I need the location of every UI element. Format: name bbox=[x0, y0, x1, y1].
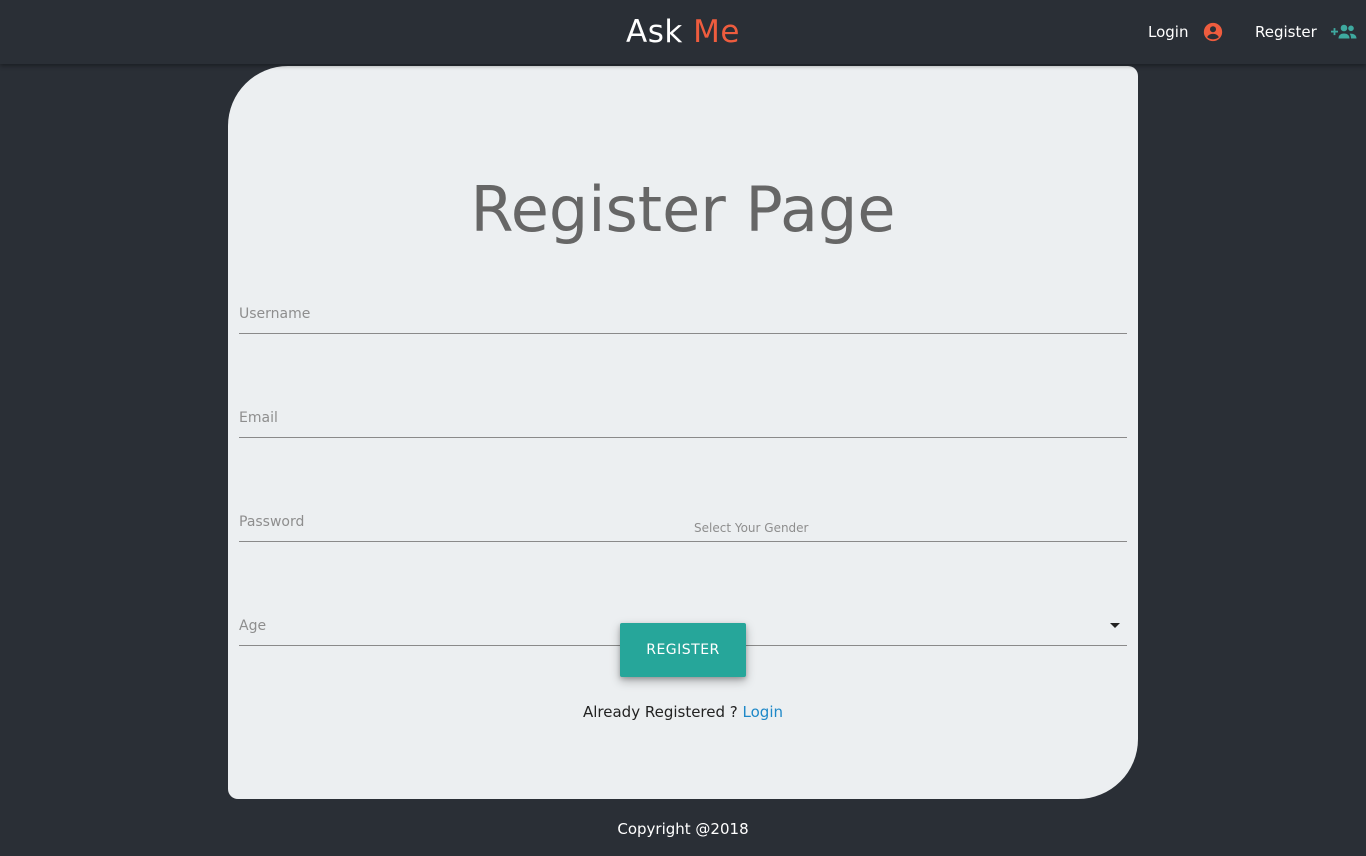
password-underline bbox=[239, 541, 1127, 542]
gender-underline bbox=[694, 645, 1127, 646]
username-field bbox=[239, 294, 1127, 334]
footer-copyright: Copyright @2018 bbox=[617, 820, 749, 838]
page-title: Register Page bbox=[470, 173, 896, 246]
register-card: Register Page Select Your Gender REGISTE… bbox=[228, 66, 1138, 799]
nav-login-label: Login bbox=[1148, 23, 1189, 41]
password-input[interactable] bbox=[239, 502, 1127, 542]
gender-select-label: Select Your Gender bbox=[694, 521, 809, 535]
caret-down-icon bbox=[1110, 623, 1120, 628]
account-circle-icon bbox=[1202, 21, 1224, 43]
age-field bbox=[239, 606, 672, 646]
brand-accent-text: Me bbox=[693, 14, 740, 50]
email-input[interactable] bbox=[239, 398, 1127, 438]
nav-login-link[interactable]: Login bbox=[1148, 18, 1224, 46]
nav-register-link[interactable]: Register bbox=[1255, 18, 1357, 46]
top-navbar: Ask Me Login Register bbox=[0, 0, 1366, 64]
register-button[interactable]: REGISTER bbox=[620, 623, 746, 677]
gender-select[interactable] bbox=[694, 606, 1127, 646]
email-field bbox=[239, 398, 1127, 438]
username-underline bbox=[239, 333, 1127, 334]
already-registered-text: Already Registered ? bbox=[582, 703, 738, 721]
nav-register-label: Register bbox=[1255, 23, 1317, 41]
already-registered-line: Already Registered ? Login bbox=[228, 703, 1138, 721]
age-input[interactable] bbox=[239, 606, 672, 646]
brand-main-text: Ask bbox=[626, 14, 683, 50]
username-input[interactable] bbox=[239, 294, 1127, 334]
password-field bbox=[239, 502, 1127, 542]
group-add-icon bbox=[1330, 23, 1357, 41]
login-link[interactable]: Login bbox=[743, 703, 783, 721]
email-underline bbox=[239, 437, 1127, 438]
age-underline bbox=[239, 645, 672, 646]
